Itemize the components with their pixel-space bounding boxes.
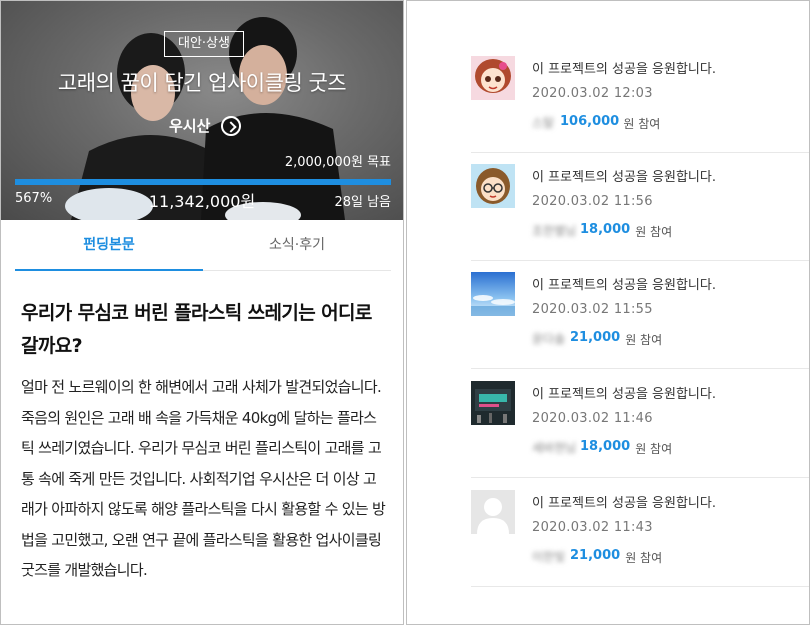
chevron-right-circle-icon[interactable] <box>221 116 241 136</box>
sky-photo-icon <box>471 272 515 316</box>
funding-detail-panel: 대안·상생 고래의 꿈이 담긴 업사이클링 굿즈 우시산 2,000,000원 … <box>0 0 404 625</box>
supporter-nickname: 조한별님 <box>532 224 577 238</box>
funding-progress-fill <box>15 179 391 185</box>
tab-news-reviews[interactable]: 소식·후기 <box>203 223 391 271</box>
supporter-amount: 18,000 <box>580 222 631 237</box>
funding-progress-bar <box>15 179 391 185</box>
supporter-time: 2020.03.02 11:56 <box>532 194 653 209</box>
supporter-amount: 21,000 <box>570 330 621 345</box>
supporter-list-panel: 이 프로젝트의 성공을 응원합니다. 2020.03.02 12:03 스탈 106,… <box>406 0 810 625</box>
supporter-item: 이 프로젝트의 성공을 응원합니다. 2020.03.02 11:55 윤다솔 21,… <box>471 261 809 369</box>
supporter-amount: 18,000 <box>580 439 631 454</box>
supporter-message: 이 프로젝트의 성공을 응원합니다. <box>532 278 716 293</box>
supporter-message: 이 프로젝트의 성공을 응원합니다. <box>532 170 716 185</box>
supporter-nickname: 윤다솔 <box>532 332 566 346</box>
supporter-nickname: 스탈 <box>532 116 555 130</box>
supporter-time: 2020.03.02 11:46 <box>532 411 653 426</box>
supporter-time: 2020.03.02 12:03 <box>532 86 653 101</box>
supporter-time: 2020.03.02 11:55 <box>532 302 653 317</box>
story-heading: 우리가 무심코 버린 플라스틱 쓰레기는 어디로 갈까요? <box>21 302 372 357</box>
supporter-item: 이 프로젝트의 성공을 응원합니다. 2020.03.02 12:03 스탈 106,… <box>471 45 809 153</box>
supporter-message: 이 프로젝트의 성공을 응원합니다. <box>532 62 716 77</box>
girl-cartoon-icon <box>471 56 515 100</box>
supporter-amount: 21,000 <box>570 548 621 563</box>
supporter-item: 이 프로젝트의 성공을 응원합니다. 2020.03.02 11:56 조한별님 18… <box>471 153 809 261</box>
default-user-icon <box>471 490 515 534</box>
project-hero: 대안·상생 고래의 꿈이 담긴 업사이클링 굿즈 우시산 2,000,000원 … <box>1 1 403 220</box>
days-left: 28일 남음 <box>334 195 391 210</box>
supporter-amount-suffix: 원 참여 <box>635 442 673 456</box>
glasses-cartoon-icon <box>471 164 515 208</box>
supporter-message: 이 프로젝트의 성공을 응원합니다. <box>532 387 716 402</box>
supporter-amount-suffix: 원 참여 <box>635 225 673 239</box>
project-title: 고래의 꿈이 담긴 업사이클링 굿즈 <box>57 71 347 95</box>
supporter-amount: 106,000 <box>560 114 620 129</box>
supporter-message: 이 프로젝트의 성공을 응원합니다. <box>532 496 716 511</box>
supporter-time: 2020.03.02 11:43 <box>532 520 653 535</box>
supporter-amount-suffix: 원 참여 <box>625 551 663 565</box>
supporter-item: 이 프로젝트의 성공을 응원합니다. 2020.03.02 11:43 이한빛 21,… <box>471 479 809 587</box>
supporter-amount-suffix: 원 참여 <box>623 117 661 131</box>
goal-amount: 2,000,000원 목표 <box>284 155 391 170</box>
supporter-amount-suffix: 원 참여 <box>625 333 663 347</box>
content-tabs: 펀딩본문 소식·후기 <box>15 223 391 271</box>
supporter-item: 이 프로젝트의 성공을 응원합니다. 2020.03.02 11:46 세바현님 18… <box>471 370 809 478</box>
funding-story: 우리가 무심코 버린 플라스틱 쓰레기는 어디로 갈까요? 얼마 전 노르웨이의… <box>21 297 386 586</box>
neon-sign-photo-icon <box>471 381 515 425</box>
supporter-nickname: 이한빛 <box>532 550 566 564</box>
tab-funding-story[interactable]: 펀딩본문 <box>15 223 203 271</box>
story-body: 얼마 전 노르웨이의 한 해변에서 고래 사체가 발견되었습니다. 죽음의 원인… <box>21 378 386 579</box>
maker-link[interactable]: 우시산 <box>169 115 210 136</box>
category-badge: 대안·상생 <box>164 31 244 57</box>
supporter-nickname: 세바현님 <box>532 441 577 455</box>
